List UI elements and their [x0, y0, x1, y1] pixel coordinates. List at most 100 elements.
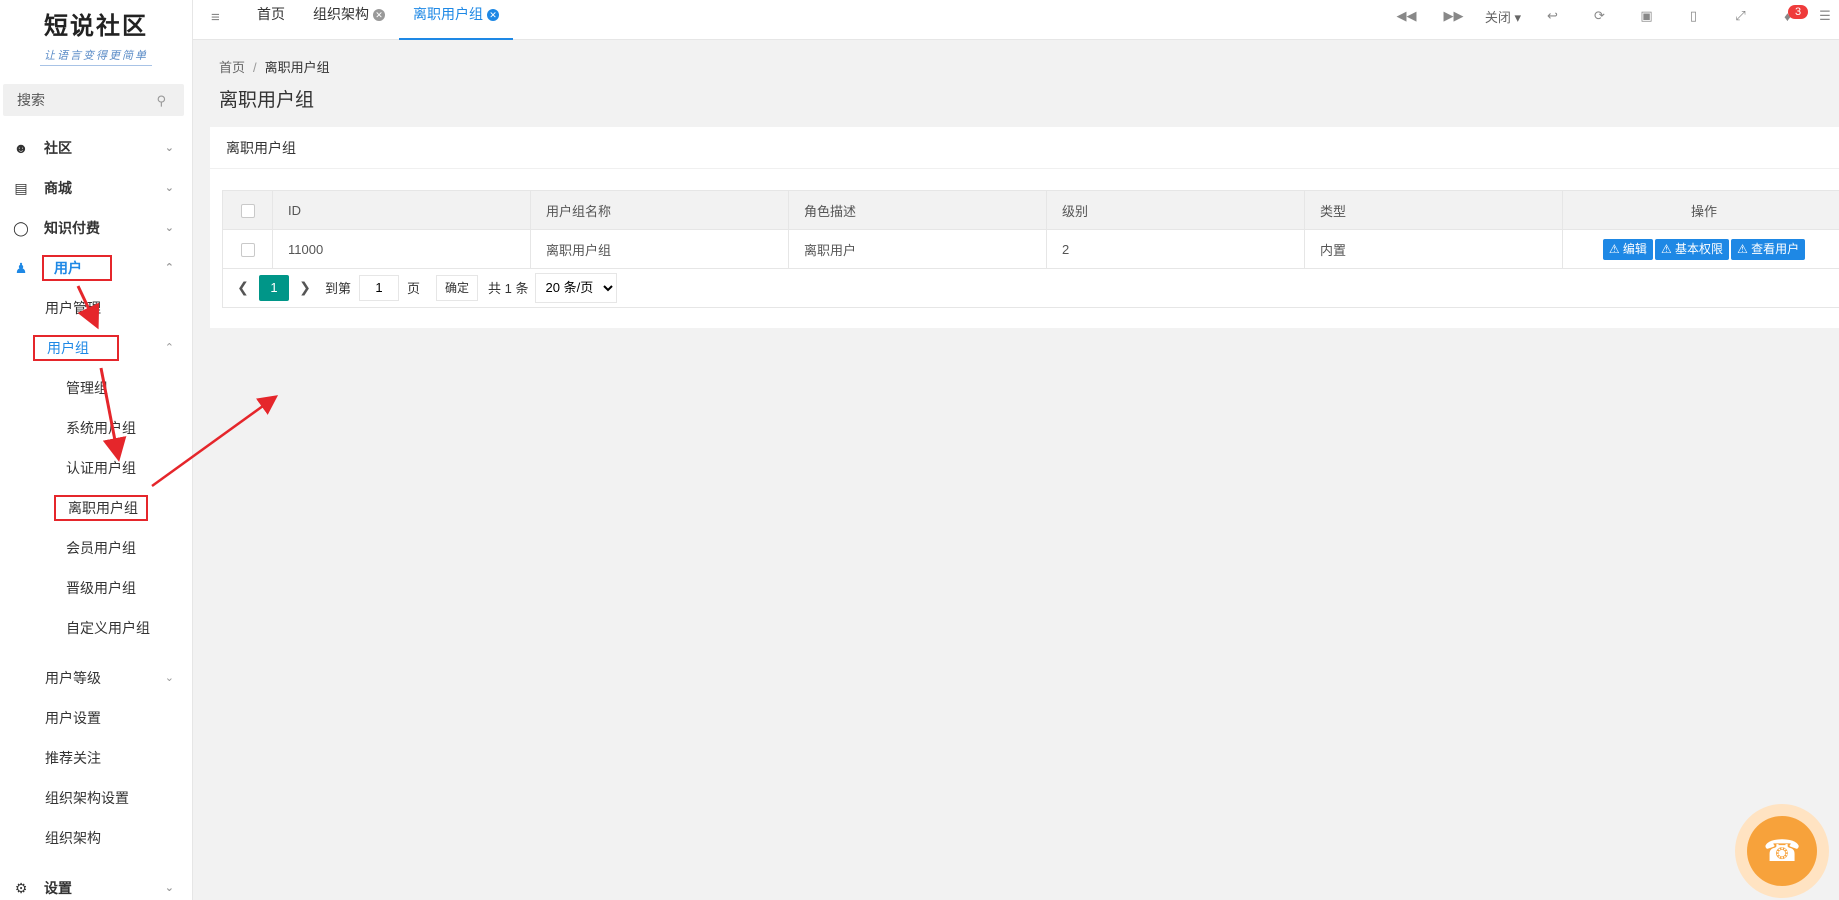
select-all-checkbox[interactable] [240, 203, 255, 218]
basic-permissions-button[interactable]: ⚠ 基本权限 [1654, 238, 1730, 260]
next-page-icon[interactable]: ❯ [293, 279, 317, 296]
sidebar-item-user-management[interactable]: 用户管理 [0, 288, 192, 328]
theme-icon[interactable]: ▣ [1623, 8, 1670, 24]
goto-label: 到第 [325, 281, 352, 296]
sidebar-item-label: 离职用户组 [54, 495, 148, 521]
close-icon[interactable]: ✕ [487, 9, 499, 21]
main-content: 首页 / 离职用户组 离职用户组 离职用户组 ID 用户组名称 角色描述 级别 类型… [193, 41, 1839, 900]
warning-icon: ⚠ [1608, 241, 1620, 256]
breadcrumb: 首页 / 离职用户组 [219, 57, 330, 76]
tab-label: 首页 [257, 6, 285, 22]
scroll-right-icon[interactable]: ▶▶ [1430, 8, 1477, 24]
sidebar-item-label: 用户组 [33, 335, 119, 361]
page-suffix-label: 页 [407, 281, 421, 296]
notification-badge: 3 [1788, 4, 1809, 19]
pagination: ❮ 1 ❯ 到第 页 确定 共 1 条 20 条/页 [222, 268, 1839, 308]
tab-bar: 首页 组织架构 ✕ 离职用户组 ✕ [243, 0, 513, 40]
tab-home[interactable]: 首页 [243, 0, 299, 40]
sidebar-item-label: 晋级用户组 [66, 580, 136, 596]
warning-icon: ⚠ [1660, 241, 1672, 256]
chevron-down-icon: ⌄ [164, 672, 174, 684]
sidebar-item-verified-group[interactable]: 认证用户组 [0, 448, 192, 488]
refresh-icon[interactable]: ⟳ [1576, 8, 1623, 24]
cell-level: 2 [1046, 229, 1305, 269]
bell-icon[interactable]: ♦ 3 [1764, 4, 1811, 24]
sidebar-item-mall[interactable]: ▤ 商城 ⌄ [0, 168, 192, 208]
users-icon: ♟ [14, 259, 28, 276]
sidebar-item-users[interactable]: ♟ 用户 ⌃ [0, 248, 192, 288]
fullscreen-icon[interactable]: ⤢ [1717, 8, 1764, 24]
sidebar-item-paid-knowledge[interactable]: ◯ 知识付费 ⌄ [0, 208, 192, 248]
cell-name: 离职用户组 [530, 229, 789, 269]
sidebar-item-label: 商城 [44, 180, 72, 196]
sidebar-item-user-level[interactable]: 用户等级 ⌄ [0, 658, 192, 698]
column-header-desc: 角色描述 [788, 190, 1047, 230]
headset-icon: ☎ [1747, 816, 1817, 886]
sidebar-item-label: 用户等级 [45, 670, 101, 686]
breadcrumb-home[interactable]: 首页 [219, 60, 245, 75]
sidebar-item-org-settings[interactable]: 组织架构设置 [0, 778, 192, 818]
edit-button[interactable]: ⚠ 编辑 [1602, 238, 1653, 260]
chat-icon: ☻ [13, 140, 29, 156]
tab-org-structure[interactable]: 组织架构 ✕ [299, 0, 399, 40]
sidebar-item-label: 自定义用户组 [66, 620, 150, 636]
row-checkbox[interactable] [240, 242, 255, 257]
goto-page-input[interactable] [359, 274, 400, 301]
cell-type: 内置 [1304, 229, 1563, 269]
sidebar-item-user-groups[interactable]: 用户组 ⌃ [0, 328, 192, 368]
chevron-down-icon: ⌄ [164, 142, 174, 154]
scroll-left-icon[interactable]: ◀◀ [1383, 8, 1430, 24]
chevron-down-icon: ⌄ [164, 182, 174, 194]
mobile-icon[interactable]: ▯ [1670, 8, 1717, 24]
sidebar-item-admin-group[interactable]: 管理组 [0, 368, 192, 408]
sidebar-item-label: 用户设置 [45, 710, 101, 726]
lightbulb-icon: ◯ [13, 219, 29, 236]
gear-icon: ⚙ [14, 879, 28, 896]
row-select-cell [222, 229, 273, 269]
view-users-button[interactable]: ⚠ 查看用户 [1731, 238, 1806, 260]
sidebar-item-settings[interactable]: ⚙ 设置 ⌄ [0, 868, 192, 900]
sidebar-item-recommend-follow[interactable]: 推荐关注 [0, 738, 192, 778]
search-icon[interactable]: ⚲ [156, 93, 166, 109]
column-header-level: 级别 [1046, 190, 1305, 230]
cell-desc: 离职用户 [788, 229, 1047, 269]
tab-label: 组织架构 [313, 6, 369, 22]
store-icon: ▤ [14, 179, 28, 196]
page-size-select[interactable]: 20 条/页 [534, 272, 617, 303]
sidebar-item-org-structure[interactable]: 组织架构 [0, 818, 192, 858]
logo[interactable]: 短说社区 让语言变得更简单 [0, 0, 192, 76]
close-icon[interactable]: ✕ [373, 9, 385, 21]
sidebar-item-user-settings[interactable]: 用户设置 [0, 698, 192, 738]
select-all-cell [222, 190, 273, 230]
logo-slogan: 让语言变得更简单 [40, 47, 152, 66]
sidebar-item-label: 知识付费 [44, 220, 100, 236]
close-tabs-dropdown[interactable]: 关闭 ▾ [1477, 7, 1529, 26]
page-title: 离职用户组 [219, 90, 315, 111]
column-header-actions: 操作 [1562, 190, 1839, 230]
sidebar-item-member-group[interactable]: 会员用户组 [0, 528, 192, 568]
tab-resigned-group[interactable]: 离职用户组 ✕ [399, 0, 513, 40]
sidebar-item-promotion-group[interactable]: 晋级用户组 [0, 568, 192, 608]
sidebar-item-label: 社区 [44, 140, 72, 156]
goto-confirm-button[interactable]: 确定 [436, 274, 479, 301]
sidebar-item-community[interactable]: ☻ 社区 ⌄ [0, 128, 192, 168]
current-page-button[interactable]: 1 [259, 274, 289, 301]
sidebar-item-system-group[interactable]: 系统用户组 [0, 408, 192, 448]
prev-page-icon[interactable]: ❮ [231, 279, 255, 296]
sidebar-nav: ☻ 社区 ⌄ ▤ 商城 ⌄ ◯ 知识付费 ⌄ ♟ 用户 ⌃ 用户管理 用户组 ⌃… [0, 128, 192, 900]
sidebar-item-custom-group[interactable]: 自定义用户组 [0, 608, 192, 648]
table-header-row: ID 用户组名称 角色描述 级别 类型 操作 [222, 190, 1839, 230]
customer-service-button[interactable]: ☎ [1735, 804, 1829, 898]
sidebar-item-label: 组织架构 [45, 830, 101, 846]
menu-collapse-icon[interactable]: ≡ [211, 9, 220, 26]
sidebar: 短说社区 让语言变得更简单 ⚲ ☻ 社区 ⌄ ▤ 商城 ⌄ ◯ 知识付费 ⌄ ♟… [0, 0, 193, 900]
sidebar-item-label: 会员用户组 [66, 540, 136, 556]
back-icon[interactable]: ↩ [1529, 8, 1576, 24]
total-count: 共 1 条 [488, 281, 529, 296]
sidebar-item-label: 用户管理 [45, 300, 101, 316]
header-toolbar: ◀◀ ▶▶ 关闭 ▾ ↩ ⟳ ▣ ▯ ⤢ ♦ 3 ☰ [1383, 0, 1839, 32]
sidebar-item-resigned-group[interactable]: 离职用户组 [0, 488, 192, 528]
tab-label: 离职用户组 [413, 6, 483, 22]
more-menu-icon[interactable]: ☰ [1811, 8, 1839, 24]
sidebar-item-label: 组织架构设置 [45, 790, 129, 806]
